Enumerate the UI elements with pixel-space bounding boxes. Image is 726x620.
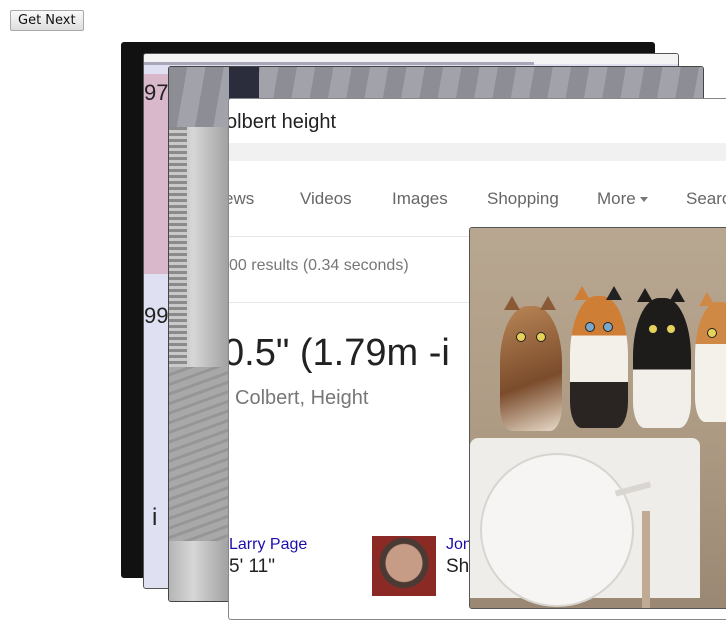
cat-ear: [504, 296, 520, 310]
card-progress-line: [144, 62, 534, 65]
stack-card-cat-photo: [469, 227, 726, 609]
tab-shopping[interactable]: Shopping: [487, 189, 559, 209]
result-stats: 00 results (0.34 seconds): [229, 257, 409, 274]
get-next-button[interactable]: Get Next: [10, 10, 84, 31]
number-label: 99: [144, 303, 169, 328]
letter-label: i: [152, 504, 158, 531]
cat-ear: [606, 286, 622, 300]
tab-videos[interactable]: Videos: [300, 189, 352, 209]
cat-ear: [574, 286, 590, 300]
related-person-name[interactable]: Jon: [446, 536, 472, 554]
related-person-height: Sh: [446, 556, 470, 577]
cat-eye: [648, 324, 658, 334]
cat-eye: [603, 322, 613, 332]
sidewalk: [169, 367, 229, 541]
cat-pillow: [500, 296, 562, 431]
featured-answer: 0.5" (1.79m -i: [228, 332, 450, 374]
tab-images[interactable]: Images: [392, 189, 448, 209]
cat-pillow: [570, 286, 628, 428]
wooden-rod: [642, 511, 650, 608]
cat-eye: [536, 332, 546, 342]
cat-ear: [699, 292, 715, 306]
cat-eye: [585, 322, 595, 332]
cat-eye: [666, 324, 676, 334]
search-bar-shadow: [229, 143, 726, 161]
cat-ear: [637, 288, 653, 302]
cat-ear: [540, 296, 556, 310]
cat-pillow: [695, 292, 726, 422]
related-person-height: 5' 11": [229, 556, 275, 577]
cat-eye: [707, 328, 717, 338]
rolling-shutter: [169, 127, 187, 387]
search-query-text[interactable]: olbert height: [229, 111, 336, 134]
number-label: 97: [144, 80, 169, 105]
tab-more[interactable]: More: [597, 189, 648, 209]
cat-eye: [516, 332, 526, 342]
tab-search-tools[interactable]: Searc: [686, 189, 726, 209]
tab-news[interactable]: ews: [229, 189, 254, 209]
cat-ear: [669, 288, 685, 302]
related-person-name[interactable]: Larry Page: [229, 536, 307, 554]
tab-more-label: More: [597, 189, 636, 208]
featured-answer-subtitle: Colbert, Height: [235, 387, 369, 409]
cat-pillow: [633, 288, 691, 428]
toilet-seat: [480, 453, 634, 607]
person-thumbnail[interactable]: [372, 536, 436, 596]
chevron-down-icon: [639, 197, 648, 203]
